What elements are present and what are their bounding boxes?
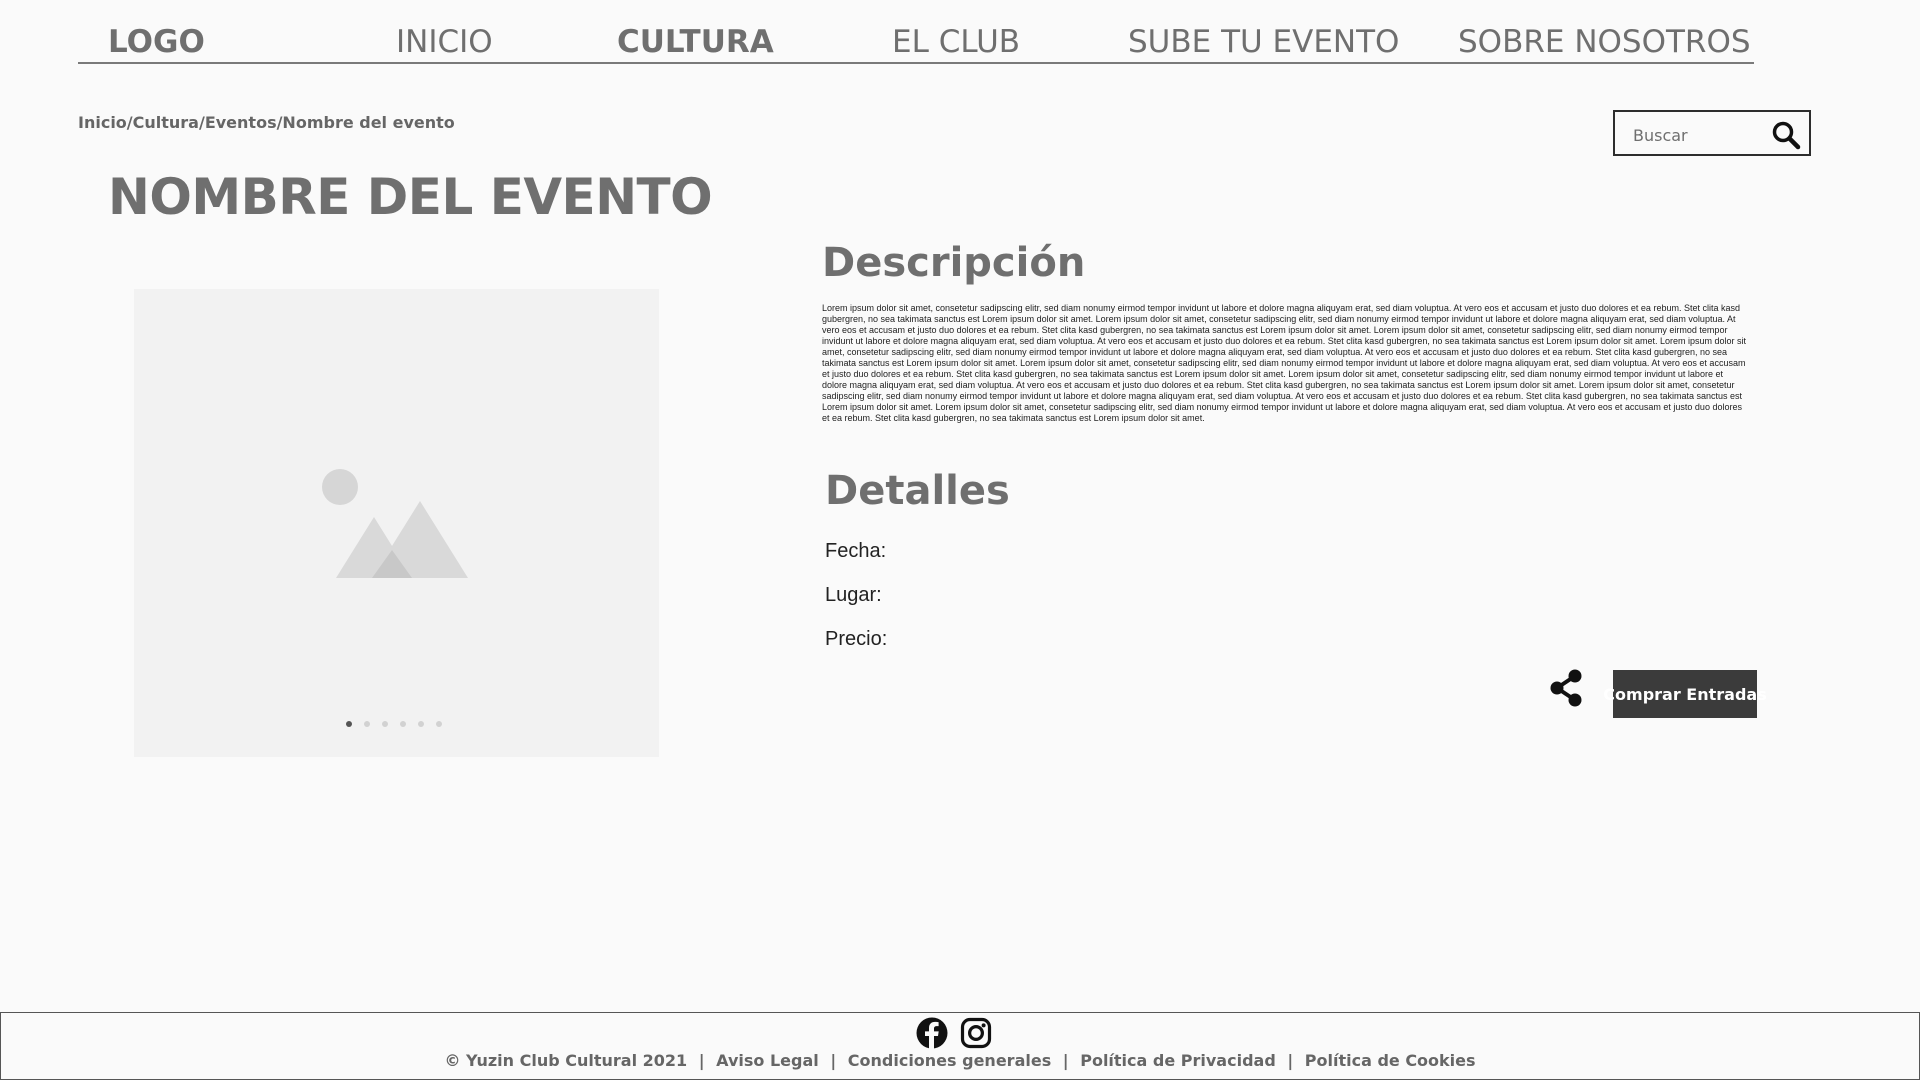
nav-item-inicio[interactable]: INICIO — [396, 24, 493, 60]
nav-item-cultura[interactable]: CULTURA — [617, 24, 774, 60]
precio-label: Precio: — [825, 628, 888, 650]
description-text: Lorem ipsum dolor sit amet, consetetur s… — [822, 303, 1746, 423]
carousel-dot[interactable] — [364, 721, 370, 727]
footer-separator: | — [698, 1051, 705, 1070]
buy-tickets-button[interactable]: Comprar Entradas — [1603, 670, 1767, 718]
search-icon[interactable] — [1771, 120, 1801, 150]
page-title: NOMBRE DEL EVENTO — [108, 168, 713, 226]
carousel-dots — [346, 721, 442, 727]
fecha-label: Fecha: — [825, 540, 887, 562]
footer-separator: | — [1062, 1051, 1069, 1070]
image-placeholder-icon — [322, 469, 472, 588]
search-box — [1613, 110, 1811, 156]
carousel-dot[interactable] — [346, 721, 352, 727]
search-input[interactable] — [1631, 122, 1765, 148]
footer: © Yuzin Club Cultural 2021 | Aviso Legal… — [0, 1012, 1920, 1080]
footer-link-privacidad[interactable]: Política de Privacidad — [1080, 1051, 1276, 1070]
nav-item-sube-tu-evento[interactable]: SUBE TU EVENTO — [1128, 24, 1399, 60]
lugar-label: Lugar: — [825, 584, 882, 606]
social-links — [916, 1017, 992, 1049]
carousel-dot[interactable] — [382, 721, 388, 727]
carousel-dot[interactable] — [418, 721, 424, 727]
share-icon[interactable] — [1548, 668, 1584, 712]
breadcrumb[interactable]: Inicio/Cultura/Eventos/Nombre del evento — [78, 113, 455, 132]
footer-link-aviso-legal[interactable]: Aviso Legal — [716, 1051, 819, 1070]
image-carousel[interactable] — [134, 289, 659, 757]
instagram-icon[interactable] — [960, 1017, 992, 1049]
footer-link-condiciones[interactable]: Condiciones generales — [848, 1051, 1051, 1070]
footer-link-cookies[interactable]: Política de Cookies — [1305, 1051, 1476, 1070]
nav-item-sobre-nosotros[interactable]: SOBRE NOSOTROS — [1458, 24, 1751, 60]
nav-item-el-club[interactable]: EL CLUB — [892, 24, 1020, 60]
logo[interactable]: LOGO — [108, 24, 205, 60]
footer-links: © Yuzin Club Cultural 2021 | Aviso Legal… — [1, 1051, 1919, 1070]
carousel-dot[interactable] — [400, 721, 406, 727]
description-heading: Descripción — [822, 240, 1086, 286]
carousel-dot[interactable] — [436, 721, 442, 727]
footer-separator: | — [830, 1051, 837, 1070]
main-nav: LOGO INICIO CULTURA EL CLUB SUBE TU EVEN… — [78, 20, 1754, 64]
details-heading: Detalles — [825, 468, 1010, 514]
footer-separator: | — [1287, 1051, 1294, 1070]
copyright: © Yuzin Club Cultural 2021 — [444, 1051, 688, 1070]
facebook-icon[interactable] — [916, 1017, 948, 1049]
